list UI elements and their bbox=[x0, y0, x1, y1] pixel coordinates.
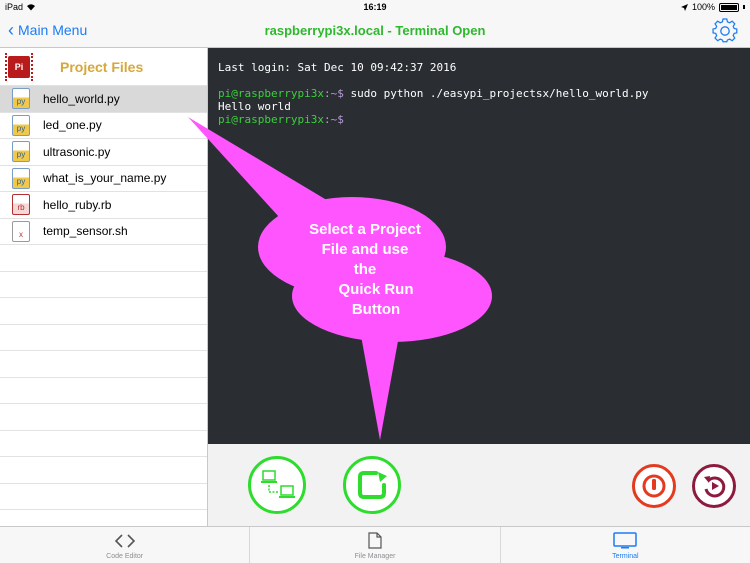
file-name: ultrasonic.py bbox=[43, 144, 111, 159]
empty-row bbox=[0, 378, 207, 404]
empty-row bbox=[0, 325, 207, 351]
project-files-sidebar: Pi Project Files py hello_world.py py led_o… bbox=[0, 48, 208, 526]
py-file-icon: py bbox=[12, 141, 30, 163]
page-title: raspberrypi3x.local - Terminal Open bbox=[264, 23, 486, 38]
status-time: 16:19 bbox=[363, 2, 387, 12]
last-login-line: Last login: Sat Dec 10 09:42:37 2016 bbox=[218, 61, 457, 74]
tab-terminal[interactable]: Terminal bbox=[501, 527, 750, 563]
output-line: Hello world bbox=[218, 100, 291, 113]
sidebar-title: Project Files bbox=[60, 58, 144, 75]
empty-row bbox=[0, 272, 207, 298]
empty-row bbox=[0, 431, 207, 457]
location-icon bbox=[680, 3, 688, 11]
tab-code-editor[interactable]: Code Editor bbox=[0, 527, 251, 563]
status-bar: iPad 16:19 100% bbox=[0, 0, 750, 14]
file-row[interactable]: py ultrasonic.py bbox=[0, 139, 207, 166]
py-file-icon: py bbox=[12, 114, 30, 136]
py-file-icon: py bbox=[12, 88, 30, 110]
tab-bar: Code Editor File Manager Terminal bbox=[0, 526, 750, 563]
restart-icon bbox=[704, 476, 726, 498]
code-icon bbox=[114, 534, 135, 548]
empty-row bbox=[0, 298, 207, 325]
callout-text: Select a Project File and use the Quick … bbox=[309, 221, 421, 318]
file-name: temp_sensor.sh bbox=[43, 224, 128, 239]
connection-button[interactable] bbox=[248, 456, 306, 514]
file-name: led_one.py bbox=[43, 118, 102, 133]
tab-file-manager[interactable]: File Manager bbox=[250, 527, 501, 563]
file-row[interactable]: py hello_world.py bbox=[0, 86, 207, 113]
battery-icon bbox=[719, 2, 739, 12]
quick-run-icon bbox=[358, 471, 387, 499]
restart-button[interactable] bbox=[692, 464, 736, 508]
file-name: hello_ruby.rb bbox=[43, 197, 112, 212]
empty-row bbox=[0, 351, 207, 378]
raspberry-pi-chip-icon: Pi bbox=[5, 52, 33, 81]
power-button[interactable] bbox=[632, 464, 676, 508]
monitor-icon bbox=[613, 532, 638, 549]
document-icon bbox=[368, 532, 382, 549]
file-row[interactable]: x temp_sensor.sh bbox=[0, 219, 207, 245]
battery-percent: 100% bbox=[691, 2, 715, 12]
file-name: what_is_your_name.py bbox=[43, 171, 167, 186]
navigation-bar: ‹ Main Menu raspberrypi3x.local - Termin… bbox=[0, 14, 750, 48]
empty-row bbox=[0, 457, 207, 484]
network-icon bbox=[261, 470, 295, 498]
empty-row bbox=[0, 245, 207, 272]
quick-run-button[interactable] bbox=[343, 456, 401, 514]
file-row[interactable]: py what_is_your_name.py bbox=[0, 166, 207, 192]
gear-icon[interactable] bbox=[712, 18, 738, 44]
power-icon bbox=[642, 474, 666, 498]
py-file-icon: py bbox=[12, 167, 30, 189]
file-row[interactable]: rb hello_ruby.rb bbox=[0, 192, 207, 219]
empty-row bbox=[0, 404, 207, 431]
current-prompt: pi@raspberrypi3x:~$ bbox=[218, 113, 344, 126]
file-name: hello_world.py bbox=[43, 91, 120, 106]
empty-row bbox=[0, 484, 207, 510]
terminal-toolbar bbox=[208, 444, 750, 526]
battery-nub bbox=[743, 5, 745, 9]
prompt-user: pi@raspberrypi3x bbox=[218, 87, 324, 100]
file-row[interactable]: py led_one.py bbox=[0, 113, 207, 139]
command-line: pi@raspberrypi3x:~$ sudo python ./easypi… bbox=[218, 87, 740, 100]
rb-file-icon: rb bbox=[12, 194, 30, 216]
sidebar-header: Pi Project Files bbox=[0, 48, 207, 86]
file-list: py hello_world.py py led_one.py py ultrasonic… bbox=[0, 86, 207, 510]
prompt-path: :~$ bbox=[323, 87, 344, 100]
command-text: sudo python ./easypi_projectsx/hello_wor… bbox=[343, 87, 649, 100]
x-file-icon: x bbox=[12, 220, 30, 242]
